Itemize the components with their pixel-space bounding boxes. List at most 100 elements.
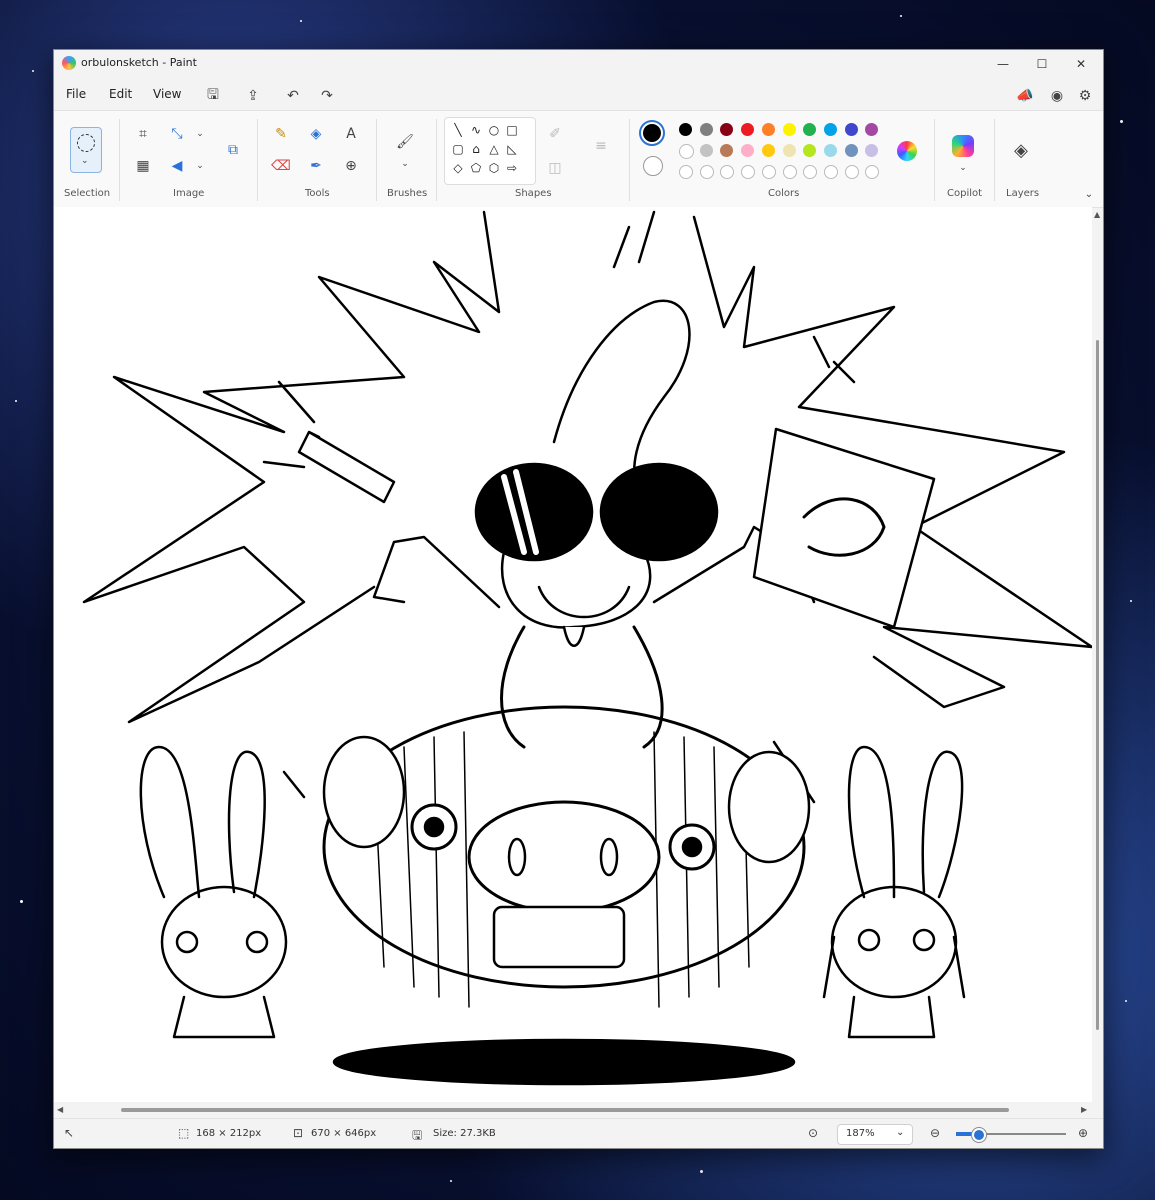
palette-color-swatch[interactable] xyxy=(823,123,837,136)
curve-shape-icon[interactable]: ∿ xyxy=(469,123,483,137)
palette-color-swatch[interactable] xyxy=(720,144,734,157)
palette-color-swatch[interactable] xyxy=(699,144,713,157)
scroll-left-arrow-icon[interactable]: ◀ xyxy=(57,1105,63,1114)
horizontal-scroll-thumb[interactable] xyxy=(121,1108,1009,1112)
palette-color-swatch[interactable] xyxy=(741,123,755,136)
selection-tool-button[interactable]: ⌄ xyxy=(70,127,102,173)
palette-color-swatch[interactable] xyxy=(823,144,837,157)
ribbon-divider xyxy=(119,119,120,201)
vertical-scrollbar[interactable]: ▲ xyxy=(1094,210,1102,1105)
polygon-shape-icon[interactable]: ⌂ xyxy=(469,142,483,156)
palette-color-swatch[interactable] xyxy=(679,123,692,136)
canvas-size-text: 670 × 646px xyxy=(311,1128,377,1139)
text-icon[interactable]: A xyxy=(340,123,362,145)
paint-app-icon xyxy=(62,56,76,70)
line-shape-icon[interactable]: ╲ xyxy=(451,123,465,137)
custom-color-slot[interactable] xyxy=(741,165,756,179)
menu-file[interactable]: File xyxy=(66,87,86,101)
fill-bucket-icon[interactable]: ◈ xyxy=(305,123,327,145)
crop-icon[interactable]: ⌗ xyxy=(132,123,154,145)
zoom-slider[interactable] xyxy=(956,1128,1066,1142)
ribbon-divider xyxy=(994,119,995,201)
brush-icon[interactable]: 🖌 xyxy=(394,131,416,153)
palette-color-swatch[interactable] xyxy=(865,123,879,136)
pig-eye-right-pupil xyxy=(681,836,703,858)
edit-colors-wheel-icon[interactable] xyxy=(897,141,917,161)
maximize-button[interactable]: ☐ xyxy=(1022,52,1062,76)
zoom-out-icon[interactable]: ⊖ xyxy=(930,1126,940,1140)
vertical-scroll-thumb[interactable] xyxy=(1096,340,1099,1030)
custom-color-slot[interactable] xyxy=(823,165,838,179)
custom-color-slot[interactable] xyxy=(699,165,714,179)
custom-color-slot[interactable] xyxy=(761,165,776,179)
layers-icon[interactable]: ◈ xyxy=(1010,139,1032,161)
zoom-in-icon[interactable]: ⊕ xyxy=(1078,1126,1088,1140)
palette-color-swatch[interactable] xyxy=(844,123,858,136)
magnifier-icon[interactable]: ⊕ xyxy=(340,155,362,177)
palette-color-swatch[interactable] xyxy=(679,144,694,159)
eraser-icon[interactable]: ⌫ xyxy=(270,155,292,177)
menu-view[interactable]: View xyxy=(153,87,181,101)
chevron-down-icon[interactable]: ⌄ xyxy=(394,153,416,175)
color-picker-icon[interactable]: ✒ xyxy=(305,155,327,177)
zoom-slider-thumb[interactable] xyxy=(972,1128,986,1142)
palette-color-swatch[interactable] xyxy=(803,123,817,136)
drawing-canvas[interactable] xyxy=(54,207,1092,1102)
palette-color-swatch[interactable] xyxy=(782,123,796,136)
right-eye-lens xyxy=(599,462,719,562)
custom-color-slot[interactable] xyxy=(679,165,693,179)
share-icon[interactable]: ⇪ xyxy=(242,85,264,107)
custom-color-slot[interactable] xyxy=(865,165,880,179)
palette-color-swatch[interactable] xyxy=(741,144,755,157)
palette-color-swatch[interactable] xyxy=(844,144,858,157)
pentagon-shape-icon[interactable]: ⬠ xyxy=(469,161,483,175)
rotate-icon[interactable]: ◀ xyxy=(166,155,188,177)
feedback-icon[interactable]: 📣 xyxy=(1014,85,1036,107)
outline-icon: ✐ xyxy=(549,126,561,142)
palette-color-swatch[interactable] xyxy=(865,144,879,157)
zoom-dropdown[interactable]: 187% ⌄ xyxy=(837,1124,913,1145)
chevron-down-icon[interactable]: ⌄ xyxy=(189,155,211,177)
primary-color-swatch[interactable] xyxy=(639,120,665,146)
pig-ear-right xyxy=(727,750,811,864)
triangle-shape-icon[interactable]: △ xyxy=(487,142,501,156)
save-icon[interactable]: 🖫 xyxy=(202,85,224,107)
arrow-shape-icon[interactable]: ⇨ xyxy=(505,161,519,175)
chevron-down-icon[interactable]: ⌄ xyxy=(952,157,974,179)
horizontal-scrollbar[interactable]: ◀ ▶ xyxy=(54,1103,1092,1117)
hexagon-shape-icon[interactable]: ⬡ xyxy=(487,161,501,175)
fit-to-window-icon[interactable]: ⊙ xyxy=(808,1126,818,1140)
rectangle-shape-icon[interactable]: □ xyxy=(505,123,519,137)
minimize-button[interactable]: — xyxy=(983,52,1023,76)
diamond-shape-icon[interactable]: ◇ xyxy=(451,161,465,175)
menu-edit[interactable]: Edit xyxy=(109,87,132,101)
custom-color-slot[interactable] xyxy=(720,165,735,179)
account-icon[interactable]: ◉ xyxy=(1046,85,1068,107)
custom-color-slot[interactable] xyxy=(844,165,859,179)
palette-color-swatch[interactable] xyxy=(782,144,796,157)
oval-shape-icon[interactable]: ○ xyxy=(487,123,501,137)
settings-gear-icon[interactable]: ⚙ xyxy=(1074,85,1096,107)
rounded-rectangle-shape-icon[interactable]: ▢ xyxy=(451,142,465,156)
scroll-right-arrow-icon[interactable]: ▶ xyxy=(1081,1105,1087,1114)
secondary-color-swatch[interactable] xyxy=(643,156,663,176)
palette-color-swatch[interactable] xyxy=(720,123,734,136)
image-insert-icon[interactable]: ⧉ xyxy=(222,139,244,161)
close-button[interactable]: ✕ xyxy=(1061,52,1101,76)
custom-color-slot[interactable] xyxy=(782,165,797,179)
select-all-icon[interactable]: ▦ xyxy=(132,155,154,177)
undo-icon[interactable]: ↶ xyxy=(282,85,304,107)
redo-icon[interactable]: ↷ xyxy=(316,85,338,107)
palette-color-swatch[interactable] xyxy=(699,123,713,136)
collapse-ribbon-chevron-icon[interactable]: ⌄ xyxy=(1078,183,1100,205)
right-triangle-shape-icon[interactable]: ◺ xyxy=(505,142,519,156)
palette-color-swatch[interactable] xyxy=(761,144,775,157)
pencil-icon[interactable]: ✎ xyxy=(270,123,292,145)
chevron-down-icon[interactable]: ⌄ xyxy=(189,123,211,145)
copilot-icon[interactable] xyxy=(952,135,974,157)
palette-color-swatch[interactable] xyxy=(761,123,775,136)
custom-color-slot[interactable] xyxy=(803,165,818,179)
resize-icon[interactable]: ⤡ xyxy=(166,123,188,145)
scroll-up-arrow-icon[interactable]: ▲ xyxy=(1094,210,1100,219)
palette-color-swatch[interactable] xyxy=(803,144,817,157)
